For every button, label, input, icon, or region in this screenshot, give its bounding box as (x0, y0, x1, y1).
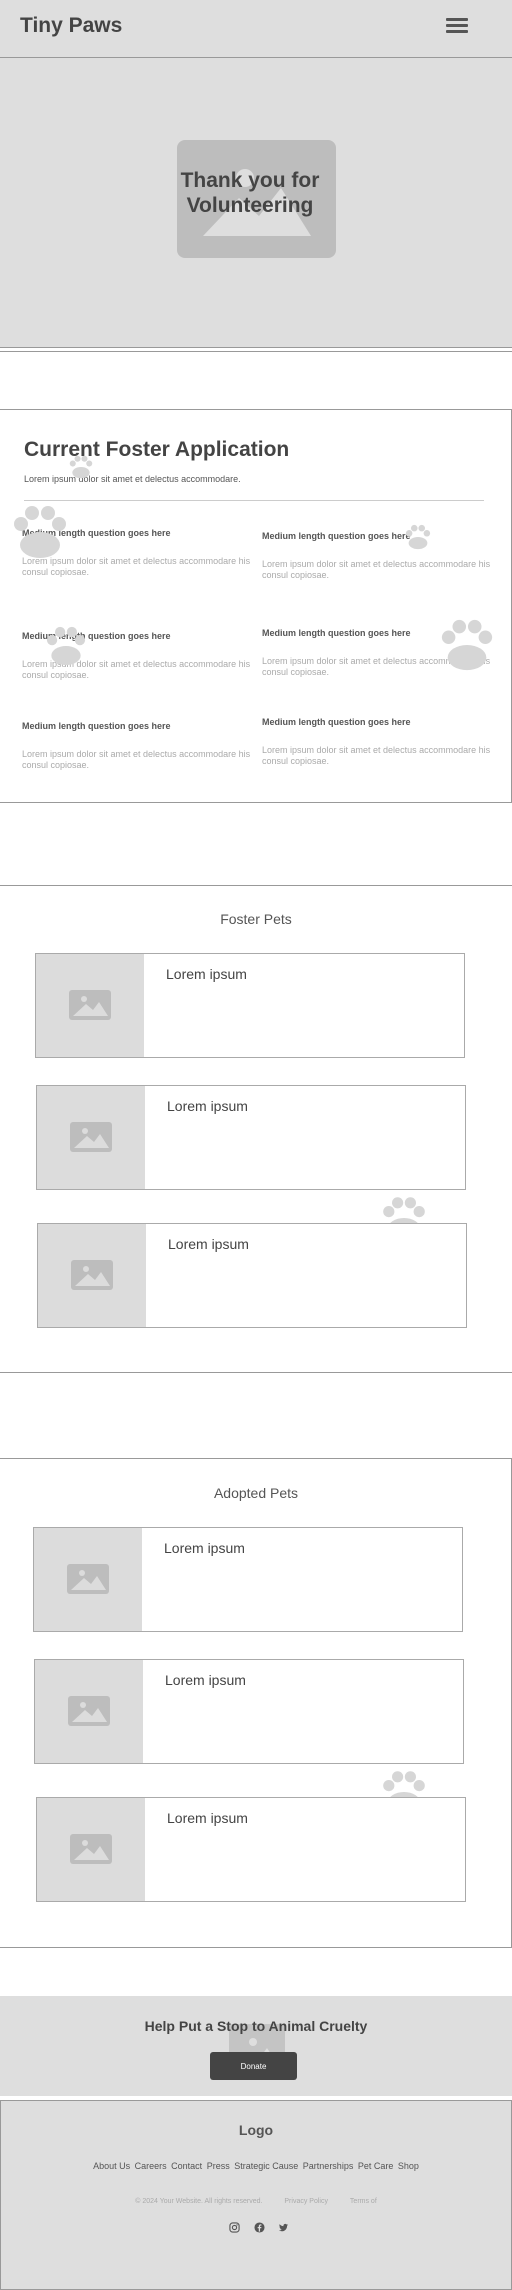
footer-legal: © 2024 Your Website. All rights reserved… (0, 2198, 512, 2205)
adopted-pets-title: Adopted Pets (213, 1485, 299, 1501)
paw-print-icon (383, 1771, 425, 1798)
foster-pets-title: Foster Pets (220, 911, 292, 927)
paw-print-icon (14, 506, 66, 558)
footer-link-strategic-cause[interactable]: Strategic Cause (234, 2161, 298, 2171)
paw-print-icon (46, 626, 86, 666)
faq-question: Medium length question goes here (22, 721, 171, 731)
paw-print-icon (383, 1197, 425, 1224)
instagram-icon[interactable] (229, 2222, 240, 2233)
pet-card[interactable]: Lorem ipsum (36, 1085, 466, 1190)
application-divider (24, 500, 484, 501)
image-placeholder-icon (35, 1660, 143, 1763)
footer-link-shop[interactable]: Shop (398, 2161, 419, 2171)
pet-card-title: Lorem ipsum (167, 1810, 248, 1826)
pet-card[interactable]: Lorem ipsum (37, 1223, 467, 1328)
cta-title: Help Put a Stop to Animal Cruelty (144, 2018, 368, 2034)
brand-logo-text[interactable]: Tiny Paws (20, 14, 122, 38)
image-placeholder-icon (37, 1798, 145, 1901)
image-placeholder-icon (36, 954, 144, 1057)
paw-print-icon (69, 455, 93, 479)
social-links (229, 2222, 289, 2236)
image-placeholder-icon (37, 1086, 145, 1189)
faq-answer: Lorem ipsum dolor sit amet et delectus a… (22, 749, 251, 770)
footer-link-press[interactable]: Press (207, 2161, 230, 2171)
paw-print-icon (405, 524, 431, 550)
hero-banner: Thank you for Volunteering (0, 58, 512, 348)
faq-item: Medium length question goes here Lorem i… (22, 721, 252, 771)
image-placeholder-icon (34, 1528, 142, 1631)
hamburger-menu-icon[interactable] (446, 18, 468, 34)
footer-links: About Us Careers Contact Press Strategic… (0, 2161, 512, 2171)
footer-link-careers[interactable]: Careers (135, 2161, 167, 2171)
footer-link-contact[interactable]: Contact (171, 2161, 202, 2171)
image-placeholder-icon (38, 1224, 146, 1327)
privacy-policy-link[interactable]: Privacy Policy (284, 2198, 328, 2205)
faq-item: Medium length question goes here Lorem i… (262, 717, 492, 767)
pet-card-title: Lorem ipsum (164, 1540, 245, 1556)
application-title: Current Foster Application (24, 438, 290, 461)
footer-link-pet-care[interactable]: Pet Care (358, 2161, 394, 2171)
faq-answer: Lorem ipsum dolor sit amet et delectus a… (22, 556, 251, 577)
faq-answer: Lorem ipsum dolor sit amet et delectus a… (262, 745, 491, 766)
site-header: Tiny Paws (0, 0, 512, 58)
footer-link-about[interactable]: About Us (93, 2161, 130, 2171)
copyright-text: © 2024 Your Website. All rights reserved… (135, 2198, 263, 2205)
paw-print-icon (441, 619, 493, 671)
faq-item: Medium length question goes here Lorem i… (262, 531, 492, 581)
terms-link[interactable]: Terms of (350, 2198, 377, 2205)
footer-logo[interactable]: Logo (0, 2122, 512, 2138)
pet-card-title: Lorem ipsum (165, 1672, 246, 1688)
footer-link-partnerships[interactable]: Partnerships (303, 2161, 354, 2171)
donate-button[interactable]: Donate (210, 2052, 297, 2080)
pet-card[interactable]: Lorem ipsum (33, 1527, 463, 1632)
pet-card-title: Lorem ipsum (168, 1236, 249, 1252)
pet-card[interactable]: Lorem ipsum (36, 1797, 466, 1902)
pet-card-title: Lorem ipsum (166, 966, 247, 982)
application-subtitle: Lorem ipsum dolor sit amet et delectus a… (24, 474, 241, 484)
faq-answer: Lorem ipsum dolor sit amet et delectus a… (262, 559, 491, 580)
pet-card-title: Lorem ipsum (167, 1098, 248, 1114)
twitter-icon[interactable] (278, 2222, 289, 2233)
facebook-icon[interactable] (253, 2222, 265, 2233)
faq-question: Medium length question goes here (262, 531, 411, 541)
hero-title: Thank you for Volunteering (180, 169, 320, 217)
pet-card[interactable]: Lorem ipsum (34, 1659, 464, 1764)
faq-question: Medium length question goes here (262, 717, 411, 727)
pet-card[interactable]: Lorem ipsum (35, 953, 465, 1058)
hero-divider (0, 351, 512, 352)
